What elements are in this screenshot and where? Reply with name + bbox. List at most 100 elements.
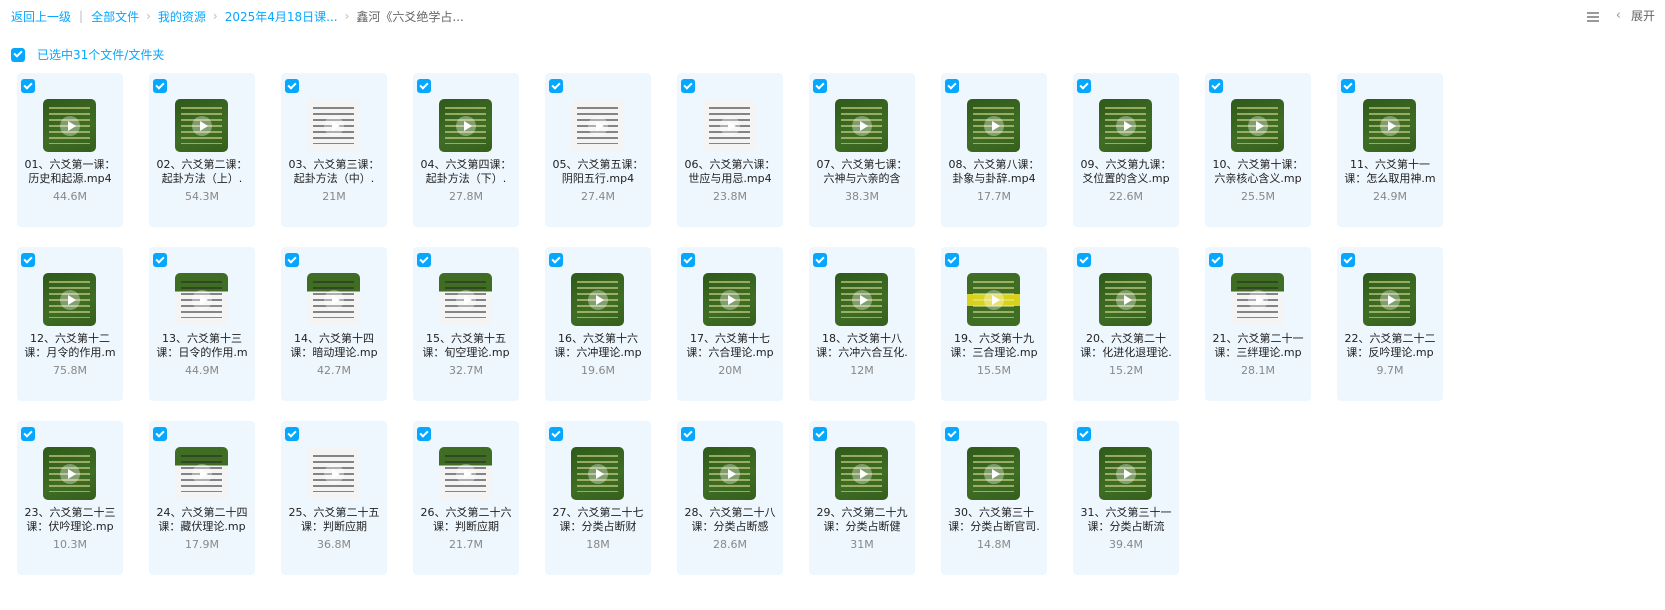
video-thumbnail[interactable] <box>1231 99 1284 152</box>
expand-button[interactable]: 展开 <box>1631 7 1655 24</box>
file-card[interactable]: 02、六爻第二课：起卦方法（上）. 54.3M <box>149 73 255 227</box>
video-thumbnail[interactable] <box>439 447 492 500</box>
file-checkbox[interactable] <box>681 79 695 93</box>
video-thumbnail[interactable] <box>175 273 228 326</box>
video-thumbnail[interactable] <box>1099 99 1152 152</box>
file-checkbox[interactable] <box>285 253 299 267</box>
file-card[interactable]: 13、六爻第十三课：日令的作用.m 44.9M <box>149 247 255 401</box>
file-card[interactable]: 05、六爻第五课：阴阳五行.mp4 27.4M <box>545 73 651 227</box>
video-thumbnail[interactable] <box>835 273 888 326</box>
select-all-checkbox[interactable] <box>11 47 25 62</box>
file-checkbox[interactable] <box>285 79 299 93</box>
video-thumbnail[interactable] <box>307 273 360 326</box>
video-thumbnail[interactable] <box>1231 273 1284 326</box>
video-thumbnail[interactable] <box>175 447 228 500</box>
video-thumbnail[interactable] <box>1363 273 1416 326</box>
video-thumbnail[interactable] <box>571 99 624 152</box>
breadcrumb-item-date-folder[interactable]: 2025年4月18日课... <box>225 8 338 25</box>
video-thumbnail[interactable] <box>439 99 492 152</box>
video-thumbnail[interactable] <box>307 99 360 152</box>
file-card[interactable]: 01、六爻第一课：历史和起源.mp4 44.6M <box>17 73 123 227</box>
file-card[interactable]: 18、六爻第十八课：六冲六合互化. 12M <box>809 247 915 401</box>
file-card[interactable]: 25、六爻第二十五课：判断应期 36.8M <box>281 421 387 575</box>
file-card[interactable]: 03、六爻第三课：起卦方法（中）. 21M <box>281 73 387 227</box>
video-thumbnail[interactable] <box>1099 447 1152 500</box>
file-card[interactable]: 16、六爻第十六课：六冲理论.mp 19.6M <box>545 247 651 401</box>
video-thumbnail[interactable] <box>571 273 624 326</box>
file-checkbox[interactable] <box>285 427 299 441</box>
breadcrumb-item-all-files[interactable]: 全部文件 <box>91 8 139 25</box>
file-checkbox[interactable] <box>153 427 167 441</box>
file-card[interactable]: 26、六爻第二十六课：判断应期 21.7M <box>413 421 519 575</box>
video-thumbnail[interactable] <box>703 447 756 500</box>
file-checkbox[interactable] <box>1341 253 1355 267</box>
file-card[interactable]: 28、六爻第二十八课：分类占断感 28.6M <box>677 421 783 575</box>
file-checkbox[interactable] <box>813 79 827 93</box>
file-card[interactable]: 17、六爻第十七课：六合理论.mp 20M <box>677 247 783 401</box>
file-checkbox[interactable] <box>813 427 827 441</box>
file-checkbox[interactable] <box>1209 79 1223 93</box>
file-checkbox[interactable] <box>21 427 35 441</box>
video-thumbnail[interactable] <box>43 99 96 152</box>
file-checkbox[interactable] <box>549 427 563 441</box>
video-thumbnail[interactable] <box>175 99 228 152</box>
file-checkbox[interactable] <box>1077 79 1091 93</box>
file-card[interactable]: 14、六爻第十四课：暗动理论.mp 42.7M <box>281 247 387 401</box>
file-checkbox[interactable] <box>681 427 695 441</box>
chevron-left-icon[interactable]: ‹ <box>1616 8 1621 23</box>
file-checkbox[interactable] <box>417 79 431 93</box>
file-card[interactable]: 08、六爻第八课：卦象与卦辞.mp4 17.7M <box>941 73 1047 227</box>
file-card[interactable]: 07、六爻第七课：六神与六亲的含 38.3M <box>809 73 915 227</box>
file-card[interactable]: 21、六爻第二十一课：三绊理论.mp 28.1M <box>1205 247 1311 401</box>
file-checkbox[interactable] <box>417 253 431 267</box>
file-card[interactable]: 23、六爻第二十三课：伏吟理论.mp 10.3M <box>17 421 123 575</box>
file-checkbox[interactable] <box>153 79 167 93</box>
file-checkbox[interactable] <box>945 79 959 93</box>
file-checkbox[interactable] <box>1077 253 1091 267</box>
file-card[interactable]: 15、六爻第十五课：旬空理论.mp 32.7M <box>413 247 519 401</box>
video-thumbnail[interactable] <box>1363 99 1416 152</box>
video-thumbnail[interactable] <box>835 447 888 500</box>
video-thumbnail[interactable] <box>967 447 1020 500</box>
file-card[interactable]: 10、六爻第十课：六亲核心含义.mp 25.5M <box>1205 73 1311 227</box>
file-card[interactable]: 22、六爻第二十二课：反吟理论.mp 9.7M <box>1337 247 1443 401</box>
file-card[interactable]: 29、六爻第二十九课：分类占断健 31M <box>809 421 915 575</box>
file-checkbox[interactable] <box>417 427 431 441</box>
video-thumbnail[interactable] <box>835 99 888 152</box>
file-card[interactable]: 04、六爻第四课：起卦方法（下）. 27.8M <box>413 73 519 227</box>
video-thumbnail[interactable] <box>967 99 1020 152</box>
file-card[interactable]: 20、六爻第二十课：化进化退理论. 15.2M <box>1073 247 1179 401</box>
file-card[interactable]: 11、六爻第十一课：怎么取用神.m 24.9M <box>1337 73 1443 227</box>
file-checkbox[interactable] <box>1341 79 1355 93</box>
file-checkbox[interactable] <box>153 253 167 267</box>
list-view-icon[interactable] <box>1586 9 1600 23</box>
video-thumbnail[interactable] <box>307 447 360 500</box>
file-checkbox[interactable] <box>813 253 827 267</box>
file-card[interactable]: 09、六爻第九课：爻位置的含义.mp 22.6M <box>1073 73 1179 227</box>
video-thumbnail[interactable] <box>571 447 624 500</box>
video-thumbnail[interactable] <box>43 447 96 500</box>
video-thumbnail[interactable] <box>967 273 1020 326</box>
file-card[interactable]: 31、六爻第三十一课：分类占断流 39.4M <box>1073 421 1179 575</box>
back-link[interactable]: 返回上一级 <box>11 8 71 25</box>
file-checkbox[interactable] <box>1209 253 1223 267</box>
video-thumbnail[interactable] <box>1099 273 1152 326</box>
video-thumbnail[interactable] <box>703 99 756 152</box>
file-card[interactable]: 27、六爻第二十七课：分类占断财 18M <box>545 421 651 575</box>
file-checkbox[interactable] <box>21 253 35 267</box>
file-card[interactable]: 30、六爻第三十课：分类占断官司. 14.8M <box>941 421 1047 575</box>
file-card[interactable]: 19、六爻第十九课：三合理论.mp 15.5M <box>941 247 1047 401</box>
file-checkbox[interactable] <box>549 253 563 267</box>
file-checkbox[interactable] <box>1077 427 1091 441</box>
file-checkbox[interactable] <box>681 253 695 267</box>
breadcrumb-item-my-resources[interactable]: 我的资源 <box>158 8 206 25</box>
file-checkbox[interactable] <box>21 79 35 93</box>
file-checkbox[interactable] <box>945 253 959 267</box>
video-thumbnail[interactable] <box>439 273 492 326</box>
file-checkbox[interactable] <box>549 79 563 93</box>
file-card[interactable]: 06、六爻第六课：世应与用忌.mp4 23.8M <box>677 73 783 227</box>
file-card[interactable]: 24、六爻第二十四课：藏伏理论.mp 17.9M <box>149 421 255 575</box>
file-card[interactable]: 12、六爻第十二课：月令的作用.m 75.8M <box>17 247 123 401</box>
video-thumbnail[interactable] <box>703 273 756 326</box>
file-checkbox[interactable] <box>945 427 959 441</box>
